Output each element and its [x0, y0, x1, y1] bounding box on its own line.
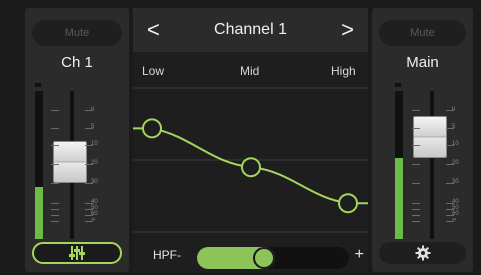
channel-label-main: Main: [406, 54, 439, 71]
mute-button-ch1[interactable]: Mute: [32, 20, 122, 46]
settings-button[interactable]: [379, 242, 466, 264]
fader-cap-main[interactable]: [413, 116, 447, 158]
hpf-plus: +: [354, 246, 364, 263]
scale-label: 20: [452, 160, 459, 166]
scale-tick: [51, 209, 59, 210]
scale-label: 20: [91, 160, 98, 166]
eq-point-high[interactable]: [338, 193, 358, 214]
eq-point-low[interactable]: [142, 118, 162, 139]
fader-cap-ch1[interactable]: [53, 141, 87, 183]
mute-button-main[interactable]: Mute: [379, 20, 466, 46]
level-meter-fill: [395, 157, 403, 239]
hpf-slider-knob[interactable]: [252, 247, 275, 269]
scale-label: 5: [91, 124, 95, 130]
clip-indicator: [35, 83, 41, 87]
gear-icon: [415, 245, 430, 261]
scale-tick: [412, 183, 420, 184]
scale-tick: [51, 203, 59, 204]
scale-tick: [51, 110, 59, 111]
channel-label-ch1: Ch 1: [61, 54, 93, 71]
scale-tick: [412, 203, 420, 204]
scale-label: ∞: [91, 217, 96, 223]
scale-tick: [412, 128, 420, 129]
scale-label: 10: [452, 141, 459, 147]
channel-strip-main: Mute Main u 5 10 20 30 40 50 60 ∞: [372, 8, 473, 272]
scale-tick: [412, 221, 420, 222]
scale-tick: [51, 221, 59, 222]
level-meter-main: [395, 91, 403, 239]
scale-tick: [412, 215, 420, 216]
eq-panel: < Channel 1 > Low Mid High HPF- +: [133, 8, 368, 272]
scale-label: 5: [452, 124, 456, 130]
band-label-mid: Mid: [240, 64, 260, 78]
scale-label: u: [452, 106, 456, 112]
scale-label: ∞: [452, 217, 457, 223]
scale-tick: [51, 215, 59, 216]
fader-track-main: [430, 91, 434, 239]
scale-tick: [51, 183, 59, 184]
scale-label: 10: [91, 141, 98, 147]
scale-tick: [412, 164, 420, 165]
hpf-slider[interactable]: [197, 247, 349, 269]
scale-tick: [412, 110, 420, 111]
channel-title: Channel 1: [214, 21, 287, 38]
scale-tick: [51, 164, 59, 165]
scale-tick: [412, 145, 420, 146]
eq-sliders-icon: [69, 246, 85, 260]
band-label-low: Low: [142, 64, 165, 78]
scale-tick: [51, 145, 59, 146]
eq-button[interactable]: [32, 242, 122, 264]
eq-point-mid[interactable]: [241, 157, 261, 178]
level-meter-ch1: [35, 91, 43, 239]
clip-indicator: [395, 83, 401, 87]
scale-label: u: [91, 106, 95, 112]
channel-header: < Channel 1 >: [133, 8, 368, 52]
scale-label: 30: [452, 179, 459, 185]
level-meter-fill: [35, 187, 43, 239]
next-channel-button[interactable]: >: [341, 19, 354, 41]
scale-label: 30: [91, 179, 98, 185]
hpf-control: HPF- +: [133, 238, 368, 272]
scale-tick: [51, 128, 59, 129]
band-label-high: High: [331, 64, 356, 78]
eq-curve-graph[interactable]: [133, 80, 368, 240]
scale-tick: [412, 209, 420, 210]
hpf-label: HPF-: [153, 248, 181, 262]
prev-channel-button[interactable]: <: [147, 19, 160, 41]
channel-strip-ch1: Mute Ch 1 u 5 10 20 30 40 50 60 ∞: [25, 8, 129, 272]
